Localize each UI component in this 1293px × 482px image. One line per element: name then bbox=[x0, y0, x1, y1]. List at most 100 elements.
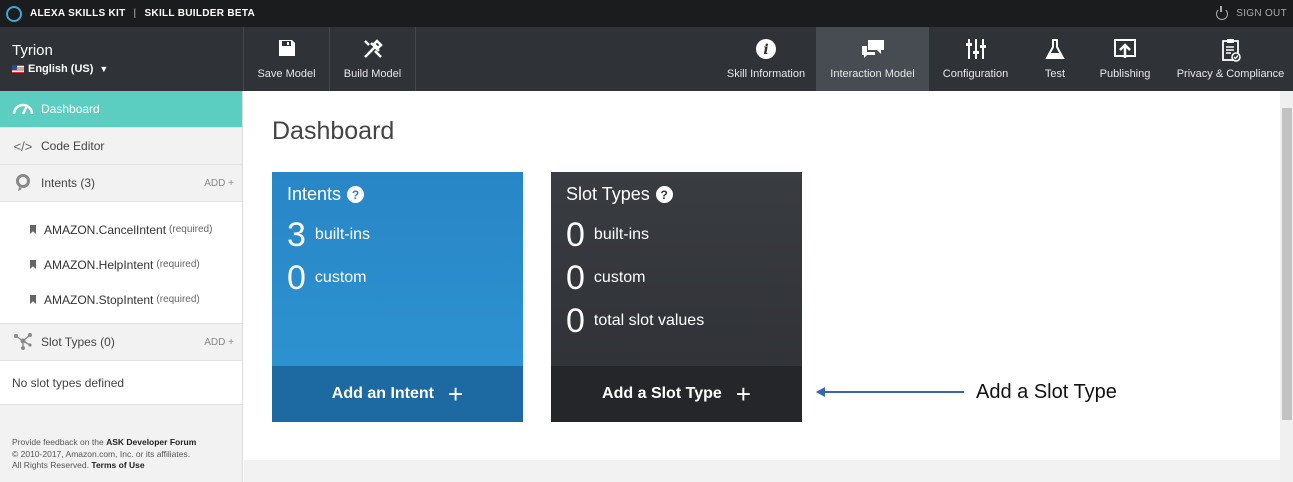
nav-label: Privacy & Compliance bbox=[1176, 68, 1285, 80]
nav-skill-information[interactable]: i Skill Information bbox=[716, 27, 816, 91]
save-icon bbox=[277, 38, 297, 64]
intents-card-title: Intents ? bbox=[287, 184, 365, 205]
stat-number: 0 bbox=[287, 259, 306, 297]
stat-number: 0 bbox=[566, 216, 585, 254]
card-title-text: Slot Types bbox=[566, 184, 650, 204]
nav-privacy-compliance[interactable]: Privacy & Compliance bbox=[1168, 27, 1293, 91]
rights-text: All Rights Reserved. bbox=[12, 460, 90, 470]
stat-number: 3 bbox=[287, 216, 306, 254]
nav-label: Test bbox=[1044, 68, 1066, 80]
power-icon bbox=[1216, 5, 1229, 20]
intent-name: AMAZON.CancelIntent bbox=[44, 222, 167, 237]
nav-label: Configuration bbox=[942, 68, 1009, 80]
sidebar-label: Slot Types (0) bbox=[41, 335, 115, 349]
save-model-button[interactable]: Save Model bbox=[243, 27, 329, 91]
stat-label: built-ins bbox=[314, 226, 371, 243]
language-label: English (US) bbox=[28, 63, 94, 75]
slots-custom-stat: 0 custom bbox=[566, 260, 646, 296]
slots-builtins-stat: 0 built-ins bbox=[566, 217, 649, 253]
product-label: SKILL BUILDER BETA bbox=[144, 8, 256, 19]
annotation-label: Add a Slot Type bbox=[976, 381, 1117, 403]
language-dropdown[interactable]: English (US) ▼ bbox=[12, 63, 108, 75]
plus-icon: + bbox=[735, 379, 751, 409]
bookmark-icon bbox=[30, 225, 36, 234]
flask-icon bbox=[1045, 38, 1065, 64]
sidebar-label: Dashboard bbox=[41, 102, 100, 116]
add-intent-button[interactable]: Add an Intent + bbox=[272, 366, 523, 422]
add-label: ADD bbox=[204, 177, 226, 189]
bookmark-icon bbox=[30, 260, 36, 269]
card-title-text: Intents bbox=[287, 184, 342, 204]
stat-label: custom bbox=[314, 269, 367, 286]
intent-required-tag: (required) bbox=[156, 259, 200, 270]
main-footer-band bbox=[244, 460, 1280, 482]
us-flag-icon bbox=[12, 65, 24, 73]
feedback-text: Provide feedback on the bbox=[12, 437, 104, 447]
gauge-icon bbox=[12, 101, 34, 118]
brand-label: ALEXA SKILLS KIT bbox=[30, 8, 126, 19]
intents-builtins-stat: 3 built-ins bbox=[287, 217, 370, 253]
add-slot-type-link[interactable]: ADD + bbox=[204, 337, 234, 348]
slot-types-card-title: Slot Types ? bbox=[566, 184, 673, 205]
skill-name: Tyrion bbox=[12, 42, 53, 59]
nav-label: Interaction Model bbox=[830, 68, 915, 80]
copyright-text: © 2010-2017, Amazon.com, Inc. or its aff… bbox=[12, 448, 191, 459]
sidebar-item-slot-types[interactable]: Slot Types (0) ADD + bbox=[0, 324, 242, 361]
nav-label: Skill Information bbox=[726, 68, 806, 80]
stat-label: total slot values bbox=[593, 312, 705, 329]
nav-label: Publishing bbox=[1099, 68, 1151, 80]
nav-test[interactable]: Test bbox=[1022, 27, 1088, 91]
intent-item[interactable]: AMAZON.HelpIntent (required) bbox=[0, 247, 242, 282]
svg-text:i: i bbox=[763, 42, 768, 58]
info-icon: i bbox=[755, 38, 777, 64]
clipboard-icon bbox=[1221, 38, 1241, 64]
plus-icon: + bbox=[448, 379, 464, 409]
no-slot-types-message: No slot types defined bbox=[0, 361, 242, 405]
build-model-label: Build Model bbox=[343, 68, 402, 80]
intent-name: AMAZON.StopIntent bbox=[44, 292, 154, 307]
page-title: Dashboard bbox=[272, 117, 395, 145]
sidebar-item-dashboard[interactable]: Dashboard bbox=[0, 91, 242, 128]
build-model-button[interactable]: Build Model bbox=[329, 27, 416, 91]
plus-icon: + bbox=[228, 177, 234, 189]
nav-configuration[interactable]: Configuration bbox=[929, 27, 1022, 91]
brand-separator: | bbox=[133, 8, 137, 19]
main-content: Dashboard Intents ? 3 built-ins 0 custom… bbox=[244, 91, 1280, 460]
developer-forum-link[interactable]: ASK Developer Forum bbox=[106, 437, 196, 447]
intents-custom-stat: 0 custom bbox=[287, 260, 367, 296]
slot-types-card: Slot Types ? 0 built-ins 0 custom 0 tota… bbox=[551, 172, 802, 422]
intents-list: AMAZON.CancelIntent (required) AMAZON.He… bbox=[0, 202, 242, 324]
bookmark-icon bbox=[30, 295, 36, 304]
sidebar-footer: Provide feedback on the ASK Developer Fo… bbox=[12, 437, 196, 472]
alexa-logo-icon bbox=[6, 5, 22, 22]
sidebar-label: Code Editor bbox=[41, 139, 105, 153]
sign-out-button[interactable]: SIGN OUT bbox=[1216, 0, 1287, 27]
help-icon[interactable]: ? bbox=[347, 186, 365, 203]
sidebar-item-intents[interactable]: Intents (3) ADD + bbox=[0, 165, 242, 202]
help-icon[interactable]: ? bbox=[655, 186, 673, 203]
intents-card: Intents ? 3 built-ins 0 custom Add an In… bbox=[272, 172, 523, 422]
intent-item[interactable]: AMAZON.StopIntent (required) bbox=[0, 282, 242, 317]
sidebar-label: Intents (3) bbox=[41, 176, 96, 190]
network-icon bbox=[12, 332, 34, 353]
nav-publishing[interactable]: Publishing bbox=[1088, 27, 1162, 91]
tools-icon bbox=[362, 38, 384, 64]
head-bubble-icon bbox=[12, 173, 34, 194]
slots-values-stat: 0 total slot values bbox=[566, 303, 704, 339]
annotation-arrow bbox=[816, 387, 964, 397]
intent-item[interactable]: AMAZON.CancelIntent (required) bbox=[0, 212, 242, 247]
intent-required-tag: (required) bbox=[156, 294, 200, 305]
chat-icon bbox=[860, 38, 886, 64]
scrollbar-thumb[interactable] bbox=[1282, 108, 1292, 420]
stat-number: 0 bbox=[566, 259, 585, 297]
caret-down-icon: ▼ bbox=[99, 64, 109, 74]
nav-interaction-model[interactable]: Interaction Model bbox=[816, 27, 929, 91]
header-toolbar: Tyrion English (US) ▼ Save Model Build M… bbox=[0, 27, 1293, 91]
add-intent-link[interactable]: ADD + bbox=[204, 178, 234, 189]
sidebar-item-code-editor[interactable]: </> Code Editor bbox=[0, 128, 242, 165]
add-slot-type-button[interactable]: Add a Slot Type + bbox=[551, 366, 802, 422]
intent-name: AMAZON.HelpIntent bbox=[44, 257, 154, 272]
terms-of-use-link[interactable]: Terms of Use bbox=[91, 460, 144, 470]
add-slot-type-label: Add a Slot Type bbox=[602, 385, 722, 402]
skill-selector[interactable]: Tyrion English (US) ▼ bbox=[12, 42, 108, 75]
